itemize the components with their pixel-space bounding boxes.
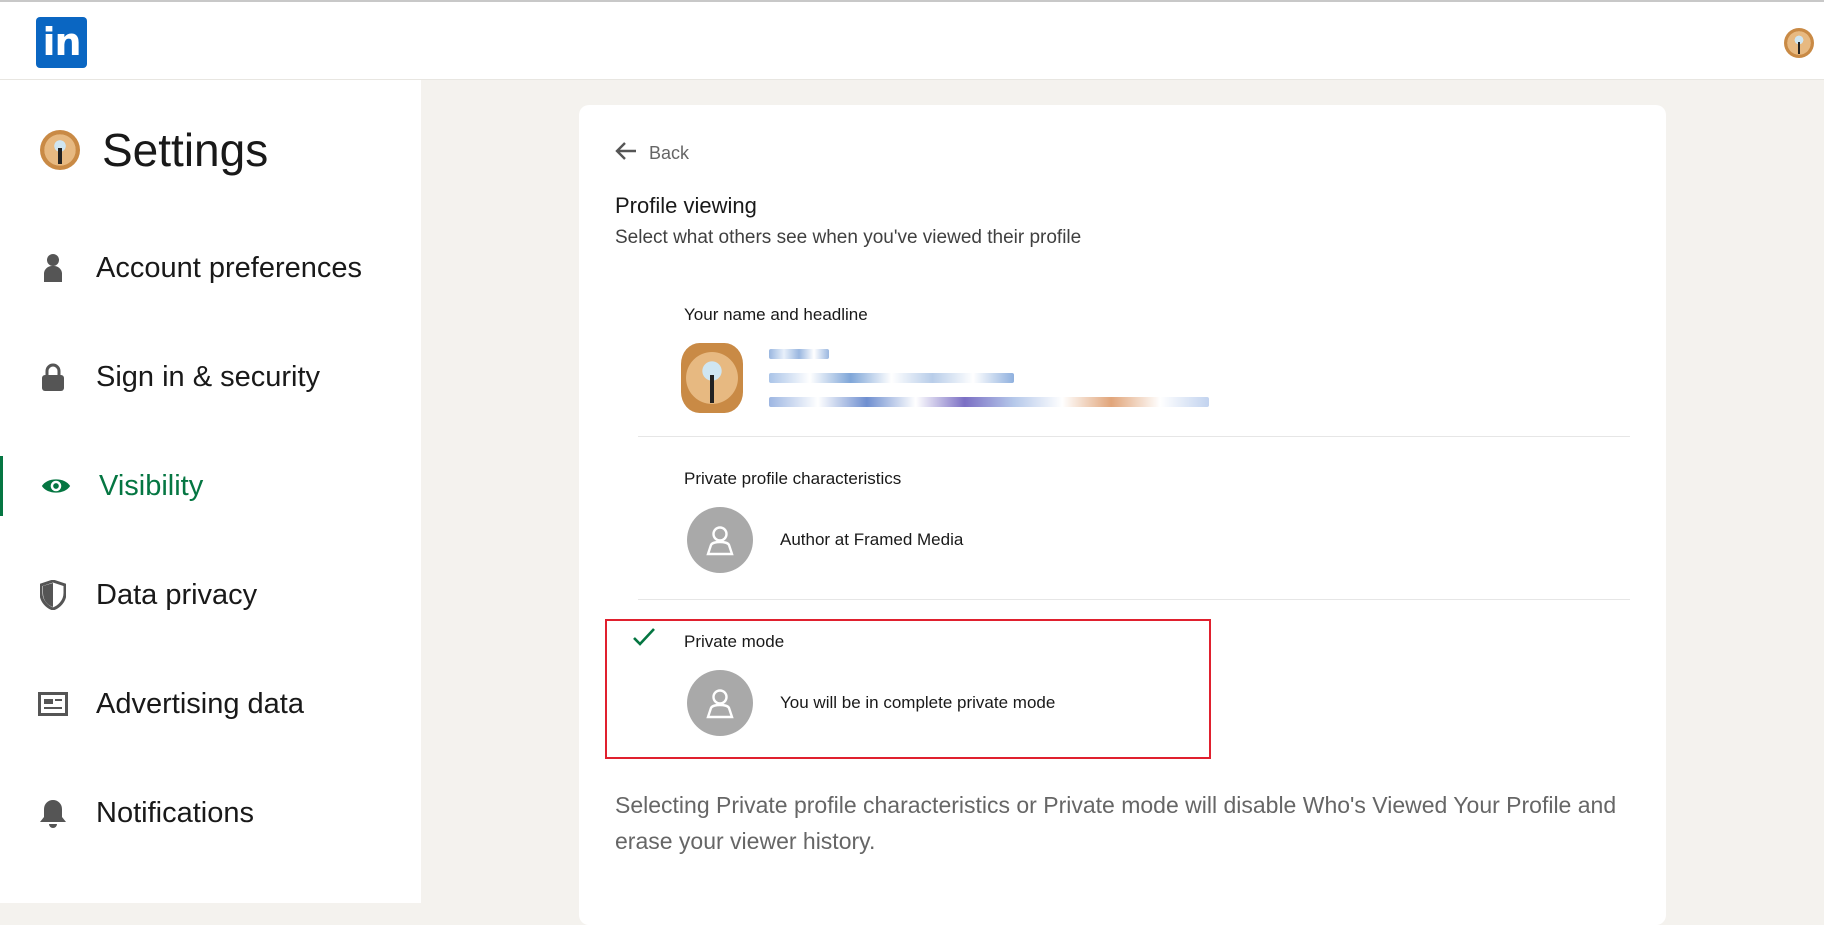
ghost-avatar bbox=[687, 507, 753, 573]
sidebar-item-notifications[interactable]: Notifications bbox=[0, 783, 421, 843]
lock-icon bbox=[38, 362, 68, 392]
sidebar-item-visibility[interactable]: Visibility bbox=[0, 456, 421, 516]
arrow-left-icon bbox=[615, 141, 637, 166]
avatar bbox=[40, 130, 80, 170]
option-private-characteristics[interactable]: Private profile characteristics bbox=[684, 469, 901, 489]
selection-highlight bbox=[605, 619, 1211, 759]
back-button[interactable]: Back bbox=[615, 141, 689, 166]
me-avatar[interactable] bbox=[1784, 28, 1814, 58]
divider bbox=[638, 436, 1630, 437]
footer-note: Selecting Private profile characteristic… bbox=[615, 792, 1617, 854]
sidebar-item-label: Account preferences bbox=[96, 251, 362, 284]
sidebar-item-label: Sign in & security bbox=[96, 360, 321, 393]
profile-viewing-card: Back Profile viewing Select what others … bbox=[579, 105, 1666, 925]
back-label: Back bbox=[649, 143, 690, 163]
settings-header: Settings bbox=[40, 124, 268, 176]
top-nav-bar: in bbox=[0, 0, 1824, 80]
shield-icon bbox=[38, 580, 68, 610]
person-icon bbox=[38, 253, 68, 283]
sidebar-item-account-preferences[interactable]: Account preferences bbox=[0, 238, 421, 298]
person-outline-icon bbox=[706, 526, 734, 556]
sidebar-item-advertising-data[interactable]: Advertising data bbox=[0, 674, 421, 734]
section-subtitle: Select what others see when you've viewe… bbox=[615, 227, 1082, 248]
divider bbox=[638, 599, 1630, 600]
eye-icon bbox=[41, 471, 71, 501]
sidebar-item-label: Data privacy bbox=[96, 578, 258, 611]
sidebar-item-label: Visibility bbox=[99, 469, 204, 502]
sidebar-item-sign-in-security[interactable]: Sign in & security bbox=[0, 347, 421, 407]
bell-icon bbox=[38, 798, 68, 828]
option-description: Author at Framed Media bbox=[780, 530, 964, 549]
option-name-headline[interactable]: Your name and headline bbox=[684, 305, 868, 325]
settings-sidebar: Settings Account preferences Sign in & s… bbox=[0, 80, 421, 903]
page-title: Settings bbox=[102, 124, 269, 176]
section-title: Profile viewing bbox=[615, 193, 757, 218]
user-photo bbox=[681, 343, 743, 413]
linkedin-logo[interactable]: in bbox=[36, 17, 87, 68]
ad-icon bbox=[38, 689, 68, 719]
sidebar-item-data-privacy[interactable]: Data privacy bbox=[0, 565, 421, 625]
sidebar-item-label: Notifications bbox=[96, 796, 254, 829]
sidebar-item-label: Advertising data bbox=[96, 687, 304, 720]
